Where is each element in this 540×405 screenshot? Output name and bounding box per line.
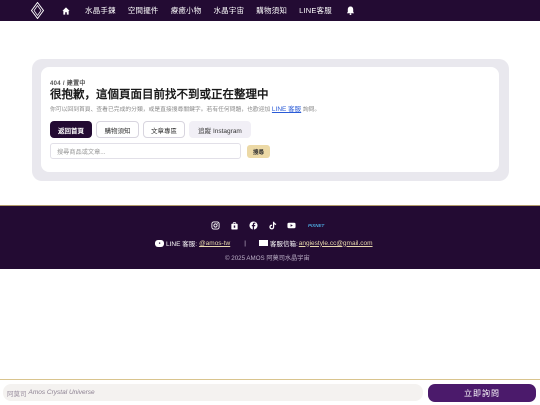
- description-text: 你可以回到首頁、查看已完成的分類，或是直接搜尋關鍵字。若有任何問題，也歡迎加: [50, 107, 271, 113]
- mail-label: 客服信箱:: [269, 241, 298, 248]
- nav-item-space-decor[interactable]: 空間擺件: [128, 5, 159, 16]
- diamond-logo-icon[interactable]: [30, 1, 45, 20]
- bell-icon[interactable]: [346, 6, 355, 15]
- tiktok-icon[interactable]: [268, 221, 277, 230]
- nav-item-healing-items[interactable]: 療癒小物: [171, 5, 202, 16]
- line-icon: ●: [155, 239, 164, 247]
- top-navigation: 水晶手鍊 空間擺件 療癒小物 水晶宇宙 購物須知 LINE客服: [0, 0, 540, 21]
- contact-info: ● LINE 客服: @amos-tw | 客服信箱: angiestyle.c…: [155, 238, 373, 248]
- inquiry-input[interactable]: 阿莫司 Amos Crystal Universe: [3, 384, 423, 401]
- action-buttons: 返回首頁 購物須知 文章專區 追蹤 Instagram: [50, 121, 255, 138]
- inquiry-placeholder-brand: Amos Crystal Universe: [28, 389, 95, 396]
- mail-icon: [258, 240, 268, 246]
- inquiry-placeholder: 阿莫司: [7, 390, 27, 398]
- page-title: 很抱歉，這個頁面目前找不到或正在整理中: [50, 89, 269, 101]
- facebook-icon[interactable]: [249, 221, 258, 230]
- follow-instagram-button[interactable]: 追蹤 Instagram: [189, 121, 251, 138]
- articles-button[interactable]: 文章專區: [143, 121, 185, 138]
- line-id-link[interactable]: @amos-tw: [199, 240, 230, 247]
- search-input[interactable]: 搜尋商品或文章...: [50, 143, 241, 159]
- shopping-guide-button[interactable]: 購物須知: [96, 121, 139, 138]
- nav-item-shopping-guide[interactable]: 購物須知: [256, 5, 287, 16]
- line-service-link[interactable]: LINE 客服: [272, 106, 301, 113]
- nav-item-line-service[interactable]: LINE客服: [299, 5, 332, 16]
- home-icon[interactable]: [62, 6, 70, 15]
- line-label: LINE 客服:: [166, 241, 198, 248]
- social-links: PIXNET: [211, 221, 324, 230]
- search-button[interactable]: 搜尋: [247, 145, 270, 158]
- shopping-bag-icon[interactable]: [230, 221, 239, 230]
- pixnet-icon[interactable]: PIXNET: [308, 223, 324, 228]
- description-suffix: 詢問。: [302, 107, 321, 113]
- nav-item-crystal-bracelet[interactable]: 水晶手鍊: [85, 5, 116, 16]
- divider: |: [244, 239, 246, 247]
- copyright-text: © 2025 AMOS 阿莫司水晶宇宙: [225, 255, 310, 262]
- instagram-icon[interactable]: [211, 221, 220, 230]
- nav-item-crystal-universe[interactable]: 水晶宇宙: [213, 5, 244, 16]
- youtube-icon[interactable]: [287, 221, 296, 230]
- inquire-now-button[interactable]: 立即詢問: [428, 384, 536, 402]
- email-link[interactable]: angiestyle.cc@gmail.com: [299, 240, 373, 247]
- nav-menu: 水晶手鍊 空間擺件 療癒小物 水晶宇宙 購物須知 LINE客服: [62, 0, 355, 21]
- back-home-button[interactable]: 返回首頁: [50, 121, 92, 138]
- error-description: 你可以回到首頁、查看已完成的分類，或是直接搜尋關鍵字。若有任何問題，也歡迎加 L…: [50, 103, 320, 113]
